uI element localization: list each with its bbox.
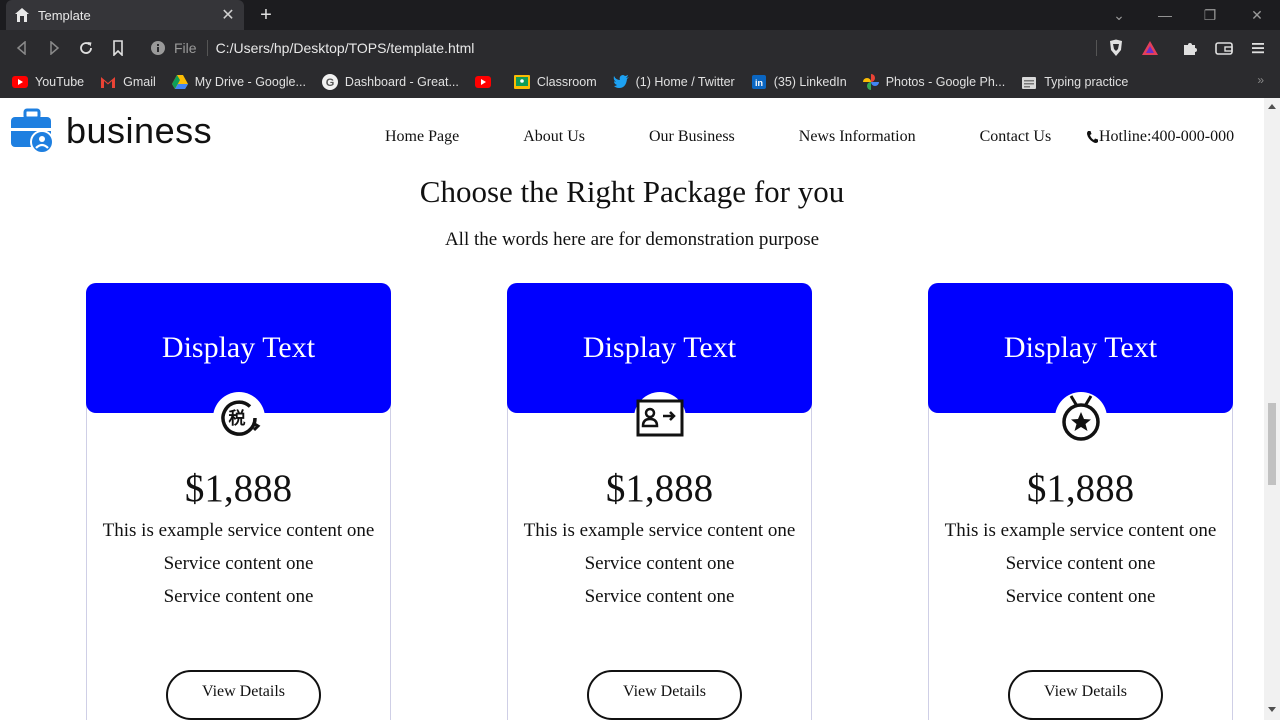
back-icon	[16, 41, 26, 55]
package-card: Display Text $1,888 This is example serv…	[928, 283, 1233, 720]
bookmark-google-drive[interactable]: My Drive - Google...	[171, 74, 306, 90]
reload-button[interactable]	[76, 38, 96, 58]
svg-text:in: in	[755, 78, 763, 88]
card-feature: Service content one	[1005, 586, 1156, 607]
back-button[interactable]	[12, 38, 32, 58]
nav-home[interactable]: Home Page	[385, 128, 459, 146]
google-drive-icon	[171, 74, 188, 90]
tab-title: Template	[38, 7, 91, 23]
phone-icon	[1087, 131, 1098, 143]
brave-rewards-icon[interactable]	[1141, 39, 1159, 57]
extensions-icon[interactable]	[1181, 39, 1199, 57]
scroll-up-icon[interactable]	[1268, 104, 1276, 109]
card-feature: This is example service content one	[523, 520, 796, 541]
menu-icon[interactable]	[1249, 39, 1267, 57]
bookmark-youtube[interactable]: YouTube	[12, 74, 84, 90]
package-card: Display Text $1,888 This is example serv…	[507, 283, 812, 720]
site-logo[interactable]: business	[10, 108, 212, 154]
bookmark-twitter[interactable]: (1) Home / Twitter	[613, 74, 735, 90]
svg-text:G: G	[326, 77, 335, 89]
wallet-icon[interactable]	[1215, 39, 1233, 57]
bookmark-youtube-2[interactable]	[474, 74, 498, 90]
medal-star-icon	[1055, 392, 1107, 444]
svg-text:税: 税	[229, 408, 246, 429]
reload-icon	[80, 42, 92, 54]
forward-icon	[50, 41, 60, 55]
bookmark-icon	[113, 40, 123, 56]
minimize-button[interactable]: —	[1155, 6, 1175, 24]
tax-refresh-icon: 税	[213, 392, 265, 444]
home-icon	[14, 7, 30, 23]
card-feature: Service content one	[163, 586, 314, 607]
address-bar[interactable]: File C:/Users/hp/Desktop/TOPS/template.h…	[140, 35, 1100, 61]
typing-icon	[1021, 74, 1037, 90]
bookmark-gmail[interactable]: Gmail	[100, 74, 156, 90]
bookmark-typing-practice[interactable]: Typing practice	[1021, 74, 1128, 90]
view-details-button[interactable]: View Details	[166, 670, 321, 720]
package-card: Display Text 税 $1,888 This is example se…	[86, 283, 391, 720]
tab-search-chevron-icon[interactable]: ⌄	[1109, 6, 1129, 24]
card-price: $1,888	[184, 467, 293, 510]
info-icon[interactable]	[150, 40, 166, 56]
card-feature: Service content one	[1005, 553, 1156, 574]
nav-news[interactable]: News Information	[799, 128, 916, 146]
scroll-thumb[interactable]	[1268, 403, 1276, 485]
card-feature: Service content one	[163, 553, 314, 574]
hotline: Hotline:400-000-000	[1086, 128, 1234, 146]
view-details-button[interactable]: View Details	[587, 670, 742, 720]
main-nav: Home Page About Us Our Business News Inf…	[385, 128, 1051, 146]
section-subtitle: All the words here are for demonstration…	[444, 229, 820, 250]
card-feature: Service content one	[584, 553, 735, 574]
bookmark-button[interactable]	[108, 38, 128, 58]
card-feature: Service content one	[584, 586, 735, 607]
forward-button[interactable]	[44, 38, 64, 58]
bookmarks-bar: YouTube Gmail My Drive - Google... G Das…	[0, 66, 1280, 98]
nav-about[interactable]: About Us	[523, 128, 585, 146]
more-bookmarks-button[interactable]: »	[1257, 73, 1264, 87]
section-title: Choose the Right Package for you	[419, 174, 845, 209]
scroll-down-icon[interactable]	[1268, 707, 1276, 712]
card-feature: This is example service content one	[944, 520, 1217, 541]
gmail-icon	[100, 74, 116, 90]
nav-contact[interactable]: Contact Us	[980, 128, 1052, 146]
address-divider	[1096, 40, 1097, 56]
view-details-button[interactable]: View Details	[1008, 670, 1163, 720]
card-price: $1,888	[605, 467, 714, 510]
close-tab-icon[interactable]: ✕	[220, 5, 236, 25]
youtube-icon	[474, 74, 491, 90]
brave-shield-icon[interactable]	[1107, 39, 1125, 57]
url-text[interactable]: C:/Users/hp/Desktop/TOPS/template.html	[216, 40, 475, 56]
classroom-icon	[513, 74, 530, 90]
twitter-icon	[613, 74, 629, 90]
bookmark-dashboard[interactable]: G Dashboard - Great...	[321, 74, 459, 90]
browser-tab-strip: Template ✕ + ⌄ — ❐ ✕	[0, 0, 1280, 30]
google-photos-icon	[862, 74, 879, 90]
logo-text: business	[66, 110, 213, 151]
youtube-icon	[12, 74, 28, 90]
briefcase-logo-icon	[11, 108, 54, 154]
browser-tab[interactable]: Template ✕	[6, 0, 244, 30]
url-scheme-label: File	[174, 40, 208, 56]
close-window-button[interactable]: ✕	[1247, 6, 1267, 24]
card-feature: This is example service content one	[102, 520, 375, 541]
hotline-text: Hotline:400-000-000	[1099, 128, 1235, 145]
nav-our-business[interactable]: Our Business	[649, 128, 735, 146]
bookmark-linkedin[interactable]: in (35) LinkedIn	[751, 74, 847, 90]
new-tab-button[interactable]: +	[256, 4, 276, 26]
card-price: $1,888	[1026, 467, 1135, 510]
page-viewport: business Home Page About Us Our Business…	[0, 98, 1264, 720]
page-scrollbar[interactable]	[1264, 98, 1280, 720]
restore-button[interactable]: ❐	[1200, 6, 1220, 24]
id-card-arrow-icon	[634, 392, 686, 444]
google-icon: G	[321, 74, 338, 90]
bookmark-google-photos[interactable]: Photos - Google Ph...	[862, 74, 1005, 90]
bookmark-classroom[interactable]: Classroom	[513, 74, 597, 90]
linkedin-icon: in	[751, 74, 767, 90]
